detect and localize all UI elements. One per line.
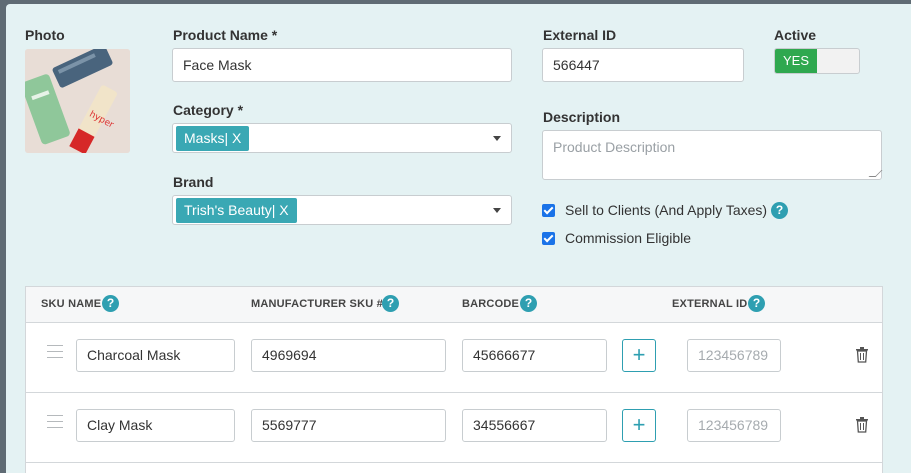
- manufacturer-sku-input[interactable]: 4969694: [251, 339, 446, 372]
- sku-row: Charcoal Mask 4969694 45666677 + 1234567…: [26, 323, 882, 393]
- active-label: Active: [774, 27, 817, 43]
- commission-eligible-checkbox[interactable]: [542, 232, 555, 245]
- chevron-down-icon[interactable]: [493, 136, 501, 141]
- description-label: Description: [543, 109, 621, 125]
- barcode-input[interactable]: 34556667: [462, 409, 607, 442]
- manufacturer-sku-input[interactable]: 5569777: [251, 409, 446, 442]
- brand-select[interactable]: Trish's Beauty| X: [172, 195, 512, 225]
- resize-handle-icon[interactable]: [868, 170, 883, 177]
- external-id-header: EXTERNAL ID: [672, 298, 748, 310]
- external-id-input[interactable]: 123456789: [687, 409, 781, 442]
- help-icon[interactable]: ?: [102, 295, 119, 312]
- sell-to-clients-checkbox[interactable]: [542, 204, 555, 217]
- help-icon[interactable]: ?: [748, 295, 765, 312]
- sell-to-clients-label: Sell to Clients (And Apply Taxes): [565, 202, 768, 218]
- help-icon[interactable]: ?: [520, 295, 537, 312]
- chevron-down-icon[interactable]: [493, 208, 501, 213]
- sku-row: Clay Mask 5569777 34556667 + 123456789: [26, 393, 882, 463]
- product-name-input[interactable]: Face Mask: [172, 48, 512, 82]
- drag-handle-icon[interactable]: [47, 415, 63, 429]
- add-barcode-button[interactable]: +: [622, 339, 656, 372]
- commission-eligible-label: Commission Eligible: [565, 230, 692, 246]
- description-textarea[interactable]: Product Description: [542, 130, 883, 180]
- manufacturer-sku-header: MANUFACTURER SKU #: [251, 298, 383, 310]
- add-barcode-button[interactable]: +: [622, 409, 656, 442]
- external-id-input[interactable]: 566447: [542, 48, 744, 82]
- edit-product-modal: Photo hyper Product Name * Face Mask Cat…: [6, 4, 911, 473]
- photo-label: Photo: [25, 27, 65, 43]
- brand-label: Brand: [173, 174, 214, 190]
- help-icon[interactable]: ?: [771, 202, 788, 219]
- sku-table: SKU NAME ? MANUFACTURER SKU # ? BARCODE …: [25, 286, 883, 473]
- sku-name-input[interactable]: Clay Mask: [76, 409, 235, 442]
- category-label: Category *: [173, 102, 244, 118]
- sku-name-input[interactable]: Charcoal Mask: [76, 339, 235, 372]
- product-photo-image: hyper: [25, 49, 130, 153]
- category-select[interactable]: Masks| X: [172, 123, 512, 153]
- trash-icon[interactable]: [855, 347, 869, 363]
- active-toggle-on: YES: [775, 49, 817, 73]
- barcode-header: BARCODE: [462, 298, 520, 310]
- external-id-label: External ID: [543, 27, 617, 43]
- drag-handle-icon[interactable]: [47, 345, 63, 359]
- brand-tag[interactable]: Trish's Beauty| X: [176, 198, 297, 223]
- help-icon[interactable]: ?: [382, 295, 399, 312]
- trash-icon[interactable]: [855, 417, 869, 433]
- external-id-input[interactable]: 123456789: [687, 339, 781, 372]
- product-name-label: Product Name *: [173, 27, 278, 43]
- sku-name-header: SKU NAME: [41, 298, 102, 310]
- active-toggle[interactable]: YES: [774, 48, 860, 74]
- barcode-input[interactable]: 45666677: [462, 339, 607, 372]
- product-photo[interactable]: hyper: [25, 49, 130, 153]
- category-tag[interactable]: Masks| X: [176, 126, 250, 151]
- sku-table-header: SKU NAME ? MANUFACTURER SKU # ? BARCODE …: [26, 287, 882, 323]
- description-placeholder: Product Description: [553, 139, 676, 155]
